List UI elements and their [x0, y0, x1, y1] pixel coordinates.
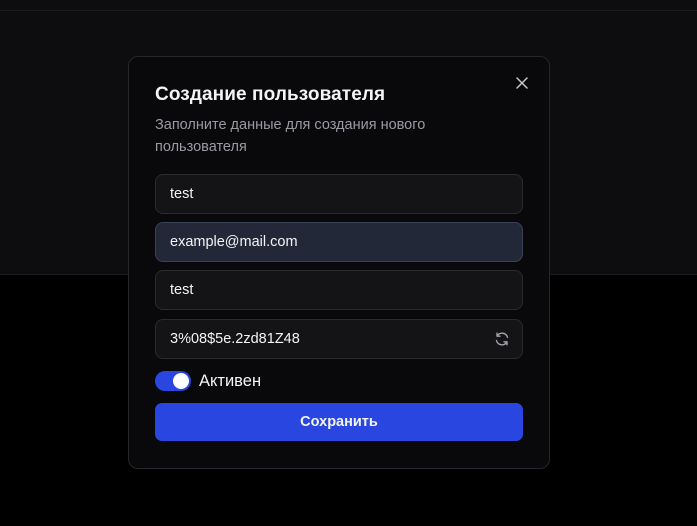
email-input[interactable] — [170, 234, 508, 250]
dialog-title: Создание пользователя — [155, 84, 386, 105]
active-label: Активен — [199, 371, 262, 390]
email-field[interactable] — [155, 222, 523, 262]
active-switch[interactable] — [155, 371, 191, 391]
active-toggle-row: Активен — [155, 369, 261, 393]
dialog-description: Заполните данные для создания нового пол… — [155, 117, 426, 155]
regenerate-password-button[interactable] — [493, 330, 511, 348]
username-input[interactable] — [170, 186, 508, 202]
close-button[interactable] — [513, 74, 531, 92]
username-field[interactable] — [155, 174, 523, 214]
name-input[interactable] — [170, 282, 508, 298]
create-user-dialog: Создание пользователя Заполните данные д… — [128, 56, 550, 469]
switch-knob — [173, 373, 189, 389]
password-field[interactable] — [155, 319, 523, 359]
name-field[interactable] — [155, 270, 523, 310]
password-input[interactable] — [170, 331, 508, 347]
page-divider — [0, 10, 697, 11]
save-button[interactable]: Сохранить — [155, 403, 523, 441]
close-icon — [516, 77, 528, 89]
refresh-icon — [495, 332, 509, 346]
